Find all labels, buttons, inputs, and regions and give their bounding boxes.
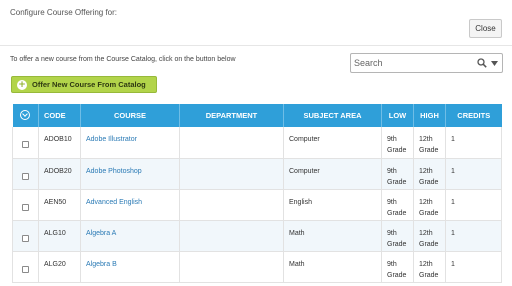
table-row[interactable]: ALG10 Algebra A Math 9th Grade 12th Grad… <box>12 220 502 252</box>
table-row[interactable]: ADOB10 Adobe Illustrator Computer 9th Gr… <box>12 127 502 159</box>
search-box[interactable] <box>350 53 503 73</box>
search-input[interactable] <box>354 56 472 70</box>
row-checkbox[interactable] <box>22 265 29 273</box>
credits-cell: 1 <box>445 251 502 283</box>
table-header-row: CODE COURSE DEPARTMENT SUBJECT AREA LOW … <box>12 104 502 127</box>
column-header-subject-area[interactable]: SUBJECT AREA <box>283 104 382 127</box>
high-grade-cell: 12th Grade <box>413 189 446 221</box>
subject-area-cell: Math <box>283 251 382 283</box>
chevron-down-icon[interactable] <box>491 61 498 66</box>
row-select-cell[interactable] <box>12 158 39 190</box>
credits-cell: 1 <box>445 127 502 159</box>
subject-area-cell: English <box>283 189 382 221</box>
low-grade-cell: 9th Grade <box>381 189 414 221</box>
row-select-cell[interactable] <box>12 127 39 159</box>
credits-cell: 1 <box>445 220 502 252</box>
header-divider <box>0 45 512 46</box>
high-grade-cell: 12th Grade <box>413 127 446 159</box>
low-grade-cell: 9th Grade <box>381 251 414 283</box>
credits-cell: 1 <box>445 189 502 221</box>
column-header-course[interactable]: COURSE <box>80 104 180 127</box>
code-cell: AEN50 <box>38 189 81 221</box>
subject-area-cell: Math <box>283 220 382 252</box>
code-cell: ALG10 <box>38 220 81 252</box>
column-header-low[interactable]: LOW <box>381 104 414 127</box>
offer-button-label: Offer New Course From Catalog <box>32 80 146 89</box>
code-cell: ALG20 <box>38 251 81 283</box>
high-grade-cell: 12th Grade <box>413 220 446 252</box>
plus-circle-icon: + <box>17 79 27 90</box>
row-select-cell[interactable] <box>12 189 39 221</box>
table-row[interactable]: ALG20 Algebra B Math 9th Grade 12th Grad… <box>12 251 502 283</box>
select-all-header[interactable] <box>12 104 39 127</box>
course-table: CODE COURSE DEPARTMENT SUBJECT AREA LOW … <box>12 104 502 283</box>
credits-cell: 1 <box>445 158 502 190</box>
course-link[interactable]: Adobe Illustrator <box>80 127 180 159</box>
department-cell <box>179 220 284 252</box>
code-cell: ADOB10 <box>38 127 81 159</box>
offer-new-course-button[interactable]: + Offer New Course From Catalog <box>11 76 157 93</box>
table-row[interactable]: ADOB20 Adobe Photoshop Computer 9th Grad… <box>12 158 502 190</box>
low-grade-cell: 9th Grade <box>381 220 414 252</box>
course-link[interactable]: Advanced English <box>80 189 180 221</box>
column-header-department[interactable]: DEPARTMENT <box>179 104 284 127</box>
course-link[interactable]: Algebra B <box>80 251 180 283</box>
subject-area-cell: Computer <box>283 127 382 159</box>
course-link[interactable]: Algebra A <box>80 220 180 252</box>
instructions-text: To offer a new course from the Course Ca… <box>10 56 236 63</box>
row-checkbox[interactable] <box>22 234 29 242</box>
low-grade-cell: 9th Grade <box>381 158 414 190</box>
column-header-high[interactable]: HIGH <box>413 104 446 127</box>
search-icon[interactable] <box>477 58 487 68</box>
high-grade-cell: 12th Grade <box>413 251 446 283</box>
row-checkbox[interactable] <box>22 172 29 180</box>
department-cell <box>179 189 284 221</box>
column-header-credits[interactable]: CREDITS <box>445 104 502 127</box>
row-select-cell[interactable] <box>12 220 39 252</box>
course-link[interactable]: Adobe Photoshop <box>80 158 180 190</box>
department-cell <box>179 251 284 283</box>
row-select-cell[interactable] <box>12 251 39 283</box>
department-cell <box>179 158 284 190</box>
subject-area-cell: Computer <box>283 158 382 190</box>
department-cell <box>179 127 284 159</box>
page-title: Configure Course Offering for: <box>10 8 118 17</box>
column-header-code[interactable]: CODE <box>38 104 81 127</box>
close-button[interactable]: Close <box>469 19 502 38</box>
high-grade-cell: 12th Grade <box>413 158 446 190</box>
low-grade-cell: 9th Grade <box>381 127 414 159</box>
row-checkbox[interactable] <box>22 203 29 211</box>
chevron-circle-down-icon[interactable] <box>20 109 31 120</box>
row-checkbox[interactable] <box>22 141 29 148</box>
code-cell: ADOB20 <box>38 158 81 190</box>
table-row[interactable]: AEN50 Advanced English English 9th Grade… <box>12 189 502 221</box>
